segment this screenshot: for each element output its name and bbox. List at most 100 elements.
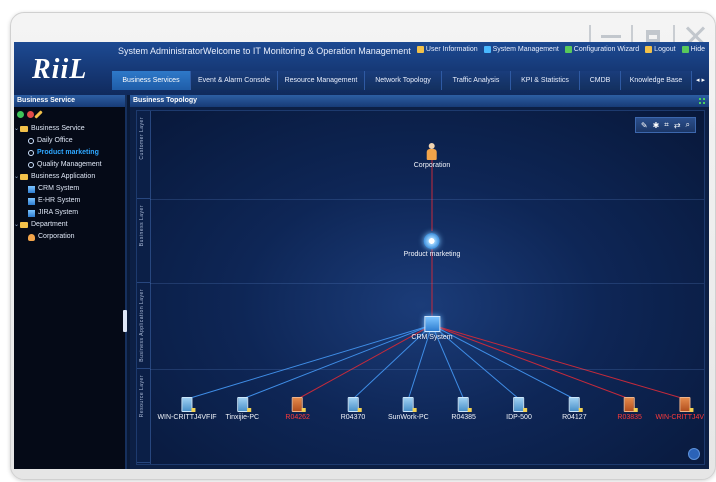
server-icon	[624, 397, 639, 412]
magnifier-icon	[28, 150, 34, 156]
layer-divider	[150, 283, 704, 284]
grid-view-icon[interactable]	[698, 97, 706, 105]
resource-label: SunWork-PC	[387, 414, 429, 421]
layer-band: Business Application Layer	[137, 283, 150, 369]
tree-group-label: Department	[31, 221, 68, 228]
edit-icon[interactable]	[34, 110, 43, 119]
logout-icon	[645, 46, 653, 53]
tree-item[interactable]: E-HR System	[14, 195, 125, 207]
settings-tool-icon[interactable]: ✱	[653, 121, 660, 130]
layer-label: Business Layer	[139, 205, 145, 247]
refresh-tool-icon[interactable]: ⇄	[674, 121, 681, 130]
resource-label: Tinxijie-PC	[225, 414, 260, 421]
sidebar-tools	[14, 107, 125, 123]
resource-label: R03835	[617, 414, 642, 421]
server-icon	[292, 397, 307, 412]
folder-icon	[20, 174, 28, 180]
tree-group[interactable]: ⌄ Business Service	[14, 123, 125, 135]
overview-icon[interactable]	[688, 448, 700, 460]
fit-tool-icon[interactable]: ⌗	[664, 120, 669, 130]
user-action-label: Logout	[654, 46, 676, 53]
resource-label: WIN-CRITTJ4VFIF	[655, 414, 705, 421]
panel-title: Business Topology	[130, 95, 709, 107]
resource-label: R04127	[562, 414, 587, 421]
resource-node[interactable]: R03835	[617, 397, 642, 421]
tab-traffic-analysis[interactable]: Traffic Analysis	[442, 71, 511, 90]
link-crm-resource	[431, 324, 575, 400]
tab-knowledge-base[interactable]: Knowledge Base	[621, 71, 692, 90]
resource-label: WIN-CRITTJ4VFIF	[157, 414, 217, 421]
folder-icon	[20, 222, 28, 228]
server-icon	[402, 397, 417, 412]
resource-node[interactable]: IDP-500	[506, 397, 532, 421]
app-icon	[28, 185, 35, 193]
gear-icon	[424, 233, 440, 249]
product-marketing-node[interactable]: Product marketing	[404, 233, 460, 258]
tab-business-services[interactable]: Business Services	[112, 71, 191, 90]
user-action-system-management[interactable]: System Management	[483, 46, 559, 53]
node-label: Corporation	[413, 162, 451, 169]
tab-cmdb[interactable]: CMDB	[580, 71, 621, 90]
resource-node[interactable]: WIN-CRITTJ4VFIF	[157, 397, 217, 421]
search-tool-icon[interactable]: ⌕	[686, 120, 690, 130]
resource-label: R04370	[340, 414, 366, 421]
tab-resource-management[interactable]: Resource Management	[278, 71, 365, 90]
tree-item[interactable]: Daily Office	[14, 135, 125, 147]
server-icon	[513, 397, 528, 412]
tab-event-alarm-console[interactable]: Event & Alarm Console	[191, 71, 278, 90]
layer-divider	[150, 199, 704, 200]
tree-item[interactable]: CRM System	[14, 183, 125, 195]
link-crm-resource	[186, 324, 433, 400]
tab-network-topology[interactable]: Network Topology	[365, 71, 442, 90]
tree-group[interactable]: ⌄ Business Application	[14, 171, 125, 183]
user-action-hide[interactable]: Hide	[681, 46, 705, 53]
tree-item-label: Corporation	[38, 233, 75, 240]
tree-group-label: Business Application	[31, 173, 96, 180]
delete-icon[interactable]	[27, 111, 34, 118]
resource-node[interactable]: R04127	[562, 397, 587, 421]
header-title: System AdministratorWelcome to IT Monito…	[118, 46, 411, 56]
resource-node[interactable]: SunWork-PC	[388, 397, 429, 421]
app-header: RiiL System AdministratorWelcome to IT M…	[14, 42, 709, 95]
resource-node[interactable]: R04370	[340, 397, 366, 421]
resource-node[interactable]: R04262	[285, 397, 310, 421]
link-crm-resource	[431, 324, 630, 400]
canvas-toolbar: ✎ ✱ ⌗ ⇄ ⌕	[634, 117, 696, 133]
sidebar-collapse-handle[interactable]	[123, 310, 127, 332]
gear-icon	[483, 46, 491, 53]
magnifier-icon	[28, 138, 34, 144]
topology-canvas: Customer Layer Business Layer Business App…	[136, 110, 705, 465]
server-icon	[568, 397, 583, 412]
tree-item-label: CRM System	[38, 185, 80, 192]
user-action-logout[interactable]: Logout	[645, 46, 676, 53]
application: RiiL System AdministratorWelcome to IT M…	[14, 42, 709, 469]
server-icon	[679, 397, 694, 412]
tree-item-label: Daily Office	[37, 137, 73, 144]
user-action-configuration-wizard[interactable]: Configuration Wizard	[564, 46, 639, 53]
link-crm-resource	[242, 324, 433, 400]
logo: RiiL	[32, 54, 88, 85]
edit-tool-icon[interactable]: ✎	[641, 121, 648, 130]
app-icon	[28, 209, 35, 217]
user-info-icon	[416, 46, 424, 53]
crm-system-node[interactable]: CRM System	[411, 316, 453, 341]
tab-kpi-statistics[interactable]: KPI & Statistics	[511, 71, 580, 90]
resource-node[interactable]: WIN-CRITTJ4VFIF	[655, 397, 705, 421]
link-crm-resource	[431, 324, 686, 400]
tree-item-label: Product marketing	[37, 149, 99, 156]
tree-item[interactable]: Quality Management	[14, 159, 125, 171]
sidebar: Business Service ⌄ Business Service Daily …	[14, 95, 127, 469]
tree-item[interactable]: Product marketing	[14, 147, 125, 159]
corporation-node[interactable]: Corporation	[413, 143, 451, 169]
tree-group-label: Business Service	[31, 125, 85, 132]
tree-item[interactable]: Corporation	[14, 231, 125, 243]
tree-item[interactable]: JIRA System	[14, 207, 125, 219]
resource-node[interactable]: R04385	[451, 397, 476, 421]
tree-group[interactable]: ⌄ Department	[14, 219, 125, 231]
server-icon	[181, 397, 196, 412]
tab-scroll-arrows[interactable]: ◂ ▸	[692, 71, 709, 90]
app-icon	[28, 197, 35, 205]
add-icon[interactable]	[17, 111, 24, 118]
user-action-user-information[interactable]: User Information	[416, 46, 478, 53]
resource-node[interactable]: Tinxijie-PC	[225, 397, 260, 421]
